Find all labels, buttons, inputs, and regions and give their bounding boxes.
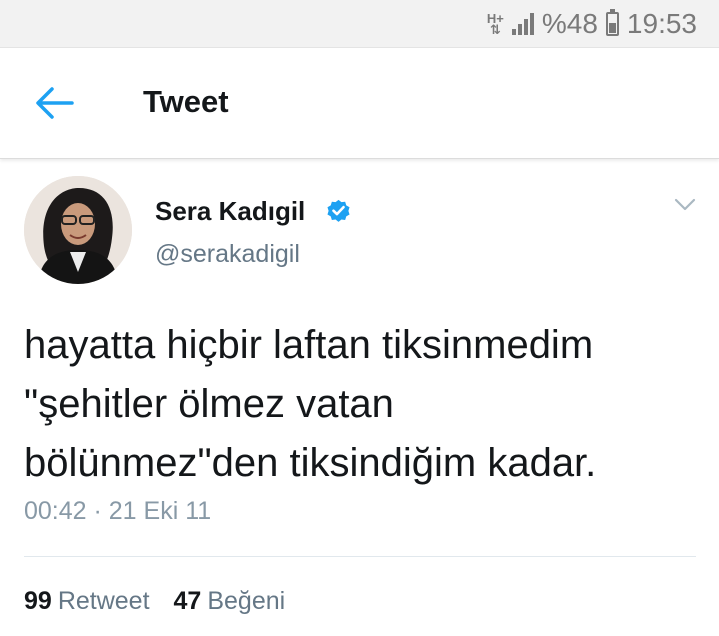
retweet-label: Retweet xyxy=(57,587,150,615)
battery-icon xyxy=(605,9,619,36)
tweet-text: hayatta hiçbir laftan tiksinmedim "şehit… xyxy=(24,316,694,493)
tweet-text-line: "şehitler ölmez vatan xyxy=(24,382,394,426)
battery-percent: %48 xyxy=(541,8,598,39)
tweet-timestamp: 00:42 · 21 Eki 11 xyxy=(24,497,212,525)
avatar[interactable] xyxy=(24,176,132,284)
back-button[interactable] xyxy=(34,86,74,120)
app-header: Tweet xyxy=(0,48,719,159)
tweet-text-line: bölünmez"den tiksindiğim kadar. xyxy=(24,441,597,485)
verified-badge-icon xyxy=(327,199,350,222)
signal-icon xyxy=(511,13,534,35)
tweet-stats: 99 Retweet 47 Beğeni xyxy=(24,587,285,616)
status-bar: H+ ⇅ %48 19:53 xyxy=(0,0,719,48)
like-label: Beğeni xyxy=(207,587,286,615)
author-handle[interactable]: @serakadigil xyxy=(155,240,300,269)
arrow-left-icon xyxy=(36,87,74,119)
chevron-down-icon[interactable] xyxy=(673,196,697,214)
tweet-text-line: hayatta hiçbir laftan tiksinmedim xyxy=(24,323,594,367)
network-type-icon: H+ ⇅ xyxy=(487,12,504,37)
author-name[interactable]: Sera Kadıgil xyxy=(155,196,305,227)
avatar-image xyxy=(24,176,132,284)
clock: 19:53 xyxy=(626,8,697,39)
status-bar-indicators: H+ ⇅ %48 19:53 xyxy=(487,6,697,42)
retweet-count-link[interactable]: 99 Retweet xyxy=(24,587,150,616)
divider xyxy=(24,556,696,557)
page-title: Tweet xyxy=(143,84,229,119)
like-count-link[interactable]: 47 Beğeni xyxy=(174,587,286,616)
retweet-count: 99 xyxy=(24,587,52,615)
data-arrows: ⇅ xyxy=(489,22,501,37)
like-count: 47 xyxy=(173,587,202,615)
